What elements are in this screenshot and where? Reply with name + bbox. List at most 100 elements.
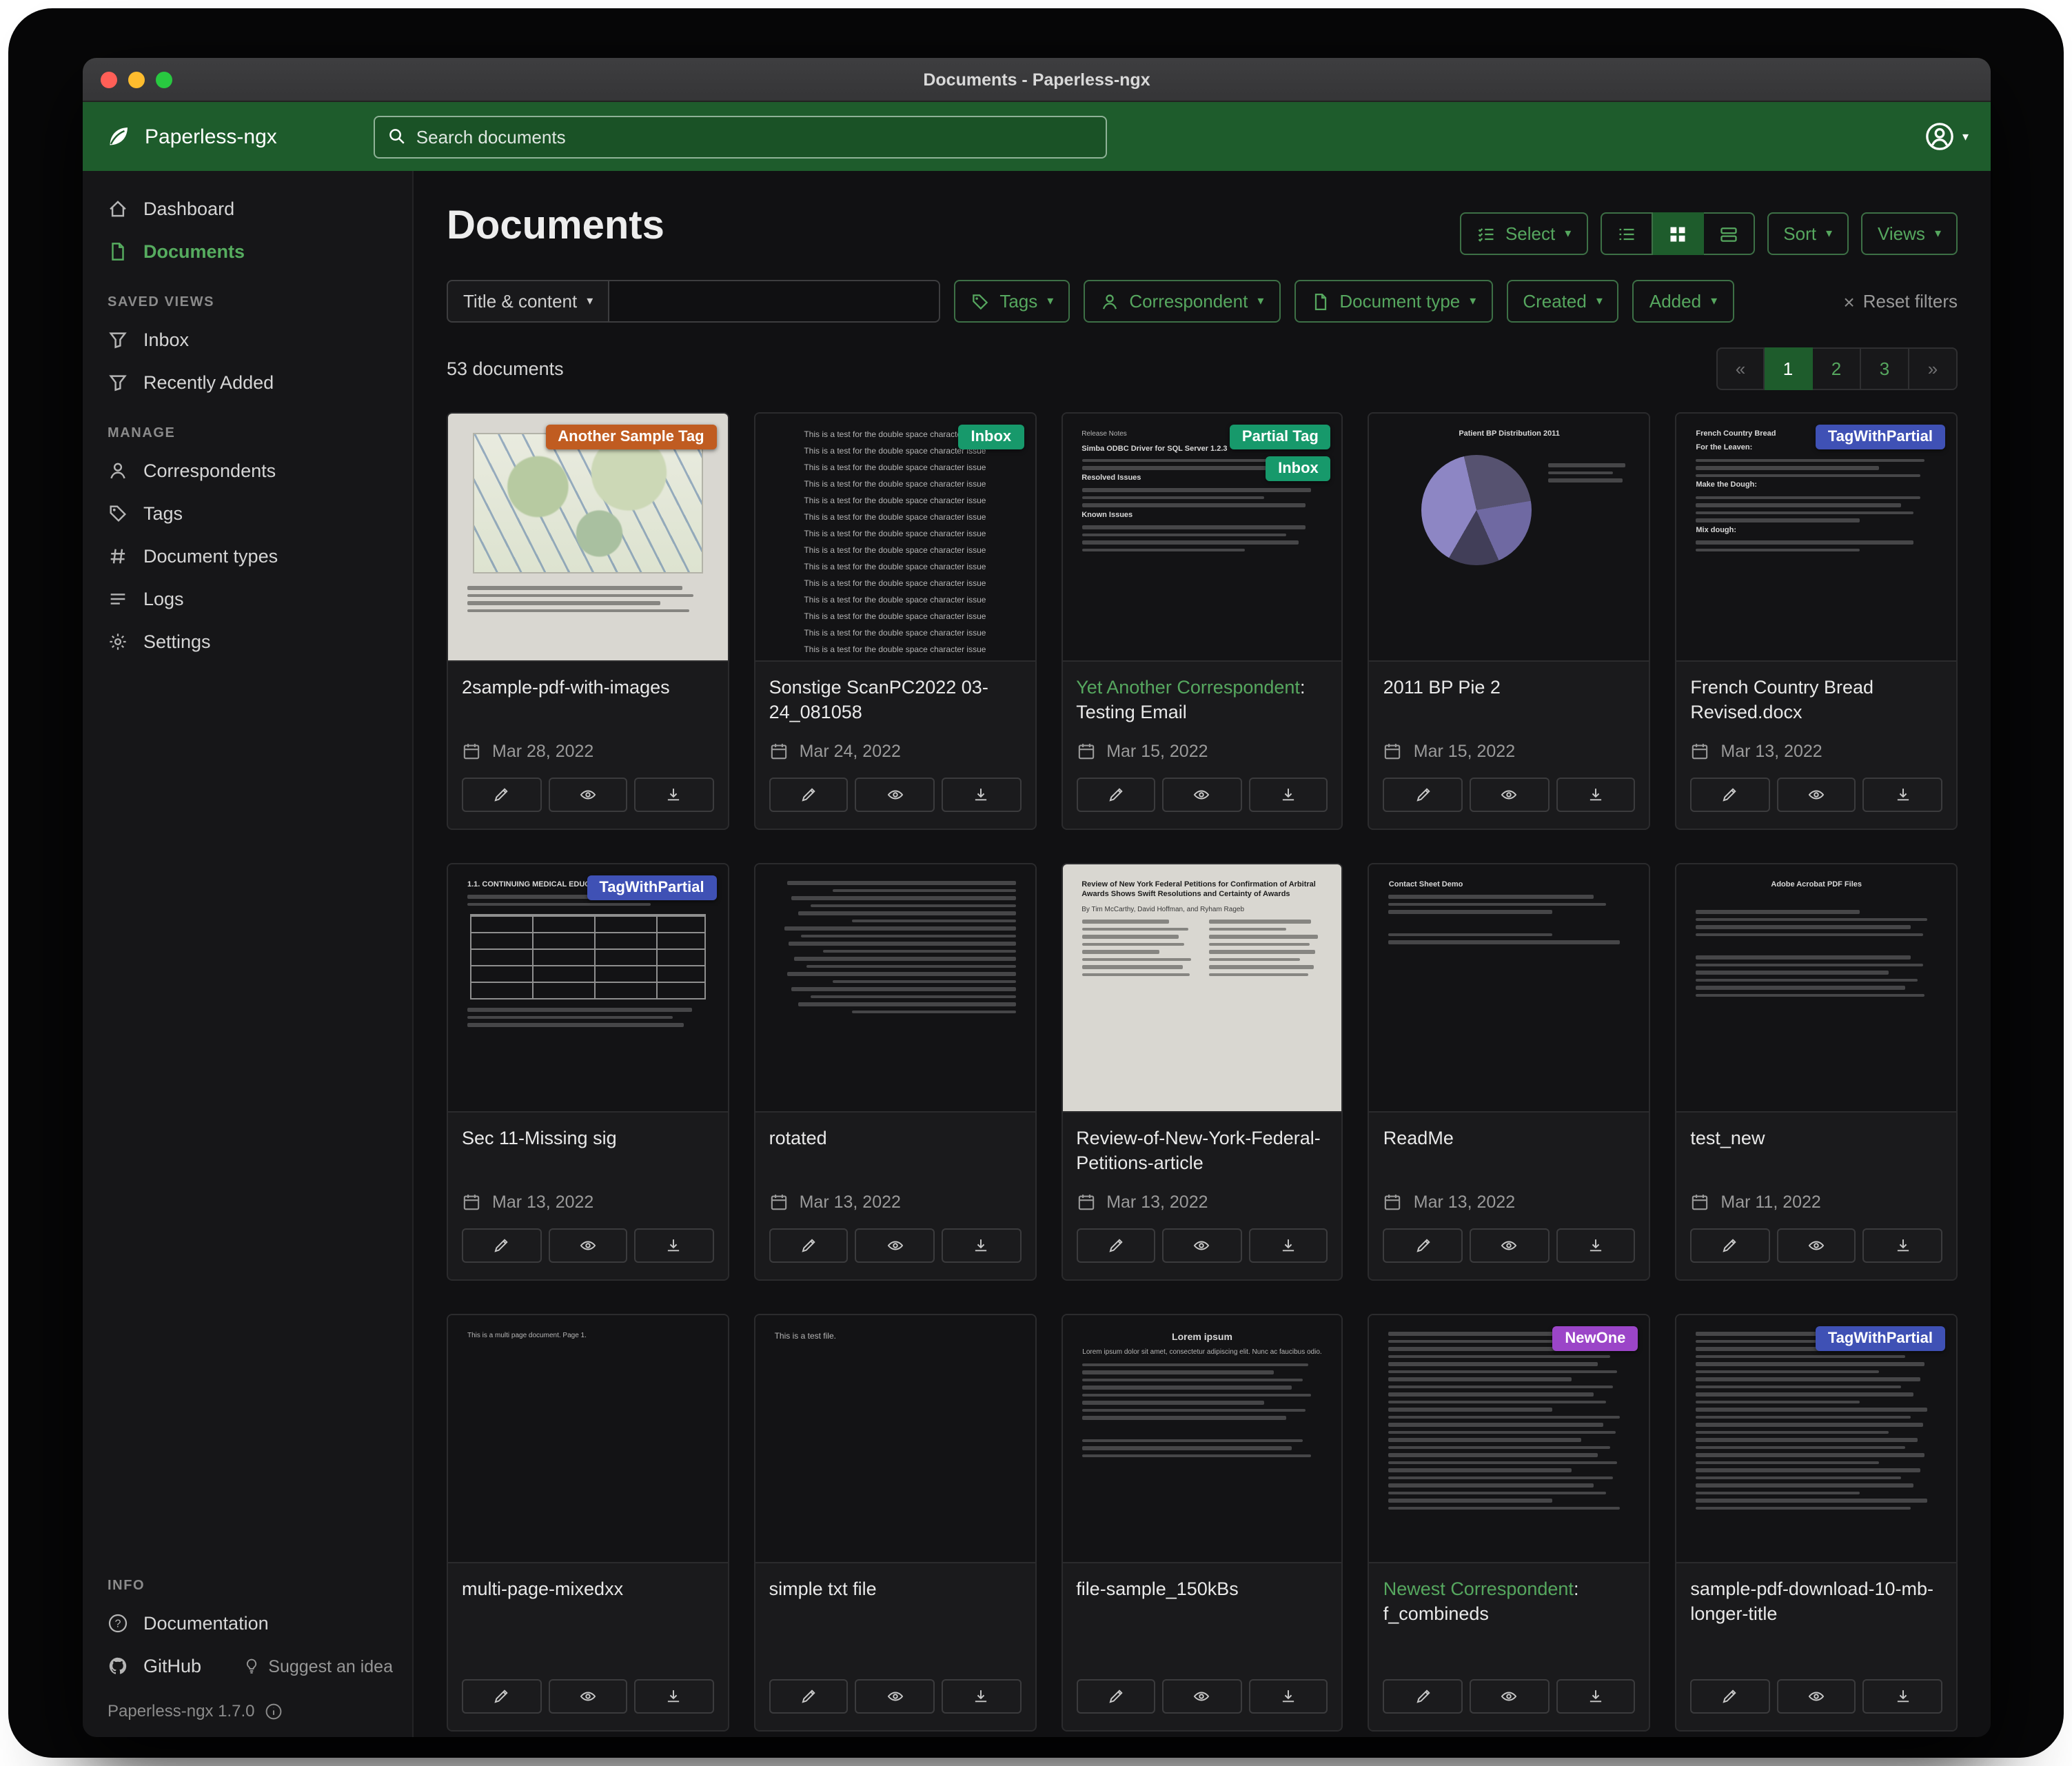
- title-content-input[interactable]: [609, 280, 940, 323]
- tags-filter-button[interactable]: Tags ▾: [954, 280, 1070, 323]
- document-title[interactable]: sample-pdf-download-10-mb-longer-title: [1690, 1577, 1942, 1630]
- document-thumbnail[interactable]: TagWithPartial French Country BreadFor t…: [1676, 414, 1956, 662]
- view-button[interactable]: [548, 1228, 627, 1263]
- download-button[interactable]: [634, 1679, 713, 1714]
- document-title[interactable]: file-sample_150kBs: [1076, 1577, 1328, 1630]
- edit-button[interactable]: [1076, 778, 1155, 812]
- view-button[interactable]: [855, 1228, 935, 1263]
- document-card[interactable]: NewOne Newest Correspondent: f_combineds: [1368, 1314, 1651, 1732]
- close-window-button[interactable]: [101, 71, 117, 88]
- download-button[interactable]: [1863, 778, 1942, 812]
- view-grid-button[interactable]: [1652, 212, 1703, 255]
- minimize-window-button[interactable]: [128, 71, 145, 88]
- document-card[interactable]: Partial TagInbox Release NotesSimba ODBC…: [1061, 412, 1343, 830]
- document-thumbnail[interactable]: Another Sample Tag: [448, 414, 728, 662]
- view-button[interactable]: [1470, 1679, 1549, 1714]
- views-button[interactable]: Views ▾: [1861, 212, 1958, 255]
- document-title[interactable]: Review-of-New-York-Federal-Petitions-art…: [1076, 1126, 1328, 1179]
- pagination-next[interactable]: »: [1909, 347, 1958, 390]
- document-card[interactable]: Another Sample Tag 2sample-pdf-with-imag…: [447, 412, 729, 830]
- document-tag[interactable]: TagWithPartial: [1816, 1326, 1945, 1351]
- view-button[interactable]: [1470, 778, 1549, 812]
- sidebar-item-correspondents[interactable]: Correspondents: [83, 449, 412, 492]
- document-thumbnail[interactable]: NewOne: [1370, 1315, 1649, 1563]
- document-thumbnail[interactable]: Adobe Acrobat PDF Files: [1676, 864, 1956, 1113]
- document-card[interactable]: rotated Mar 13, 2022: [754, 863, 1037, 1281]
- document-thumbnail[interactable]: Contact Sheet Demo: [1370, 864, 1649, 1113]
- sidebar-item-suggest-idea[interactable]: Suggest an idea: [242, 1656, 412, 1676]
- pagination-prev[interactable]: «: [1716, 347, 1765, 390]
- edit-button[interactable]: [769, 778, 849, 812]
- document-card[interactable]: TagWithPartial sample-pdf-download-10-mb…: [1675, 1314, 1958, 1732]
- sidebar-item-document-types[interactable]: Document types: [83, 535, 412, 578]
- sidebar-item-dashboard[interactable]: Dashboard: [83, 187, 412, 230]
- edit-button[interactable]: [1383, 778, 1463, 812]
- document-tag[interactable]: TagWithPartial: [1816, 425, 1945, 449]
- download-button[interactable]: [1556, 778, 1635, 812]
- document-tag[interactable]: Inbox: [1266, 456, 1331, 481]
- document-card[interactable]: Review of New York Federal Petitions for…: [1061, 863, 1343, 1281]
- document-title[interactable]: Sonstige ScanPC2022 03-24_081058: [769, 676, 1022, 728]
- download-button[interactable]: [942, 1679, 1021, 1714]
- edit-button[interactable]: [769, 1679, 849, 1714]
- edit-button[interactable]: [1383, 1228, 1463, 1263]
- sidebar-item-recently-added[interactable]: Recently Added: [83, 361, 412, 404]
- document-title[interactable]: Newest Correspondent: f_combineds: [1383, 1577, 1636, 1630]
- document-tag[interactable]: NewOne: [1552, 1326, 1638, 1351]
- edit-button[interactable]: [462, 778, 541, 812]
- document-thumbnail[interactable]: TagWithPartial 1.1. CONTINUING MEDICAL E…: [448, 864, 728, 1113]
- view-button[interactable]: [1162, 1679, 1241, 1714]
- document-tag[interactable]: Partial Tag: [1230, 425, 1331, 449]
- download-button[interactable]: [1556, 1679, 1635, 1714]
- view-details-button[interactable]: [1703, 212, 1754, 255]
- document-card[interactable]: Inbox This is a test for the double spac…: [754, 412, 1037, 830]
- document-card[interactable]: Contact Sheet Demo ReadMe Mar 13, 2022: [1368, 863, 1651, 1281]
- title-content-dropdown[interactable]: Title & content ▾: [447, 280, 609, 323]
- edit-button[interactable]: [1690, 778, 1769, 812]
- edit-button[interactable]: [1076, 1228, 1155, 1263]
- view-button[interactable]: [1470, 1228, 1549, 1263]
- view-button[interactable]: [1162, 1228, 1241, 1263]
- view-button[interactable]: [1777, 778, 1856, 812]
- document-thumbnail[interactable]: TagWithPartial: [1676, 1315, 1956, 1563]
- added-filter-button[interactable]: Added ▾: [1633, 280, 1734, 323]
- download-button[interactable]: [942, 1228, 1021, 1263]
- correspondent-filter-button[interactable]: Correspondent ▾: [1084, 280, 1280, 323]
- document-card[interactable]: TagWithPartial 1.1. CONTINUING MEDICAL E…: [447, 863, 729, 1281]
- document-thumbnail[interactable]: Patient BP Distribution 2011: [1370, 414, 1649, 662]
- document-correspondent[interactable]: Yet Another Correspondent: [1076, 677, 1300, 698]
- document-thumbnail[interactable]: This is a multi page document. Page 1.: [448, 1315, 728, 1563]
- sidebar-item-logs[interactable]: Logs: [83, 578, 412, 620]
- download-button[interactable]: [1863, 1679, 1942, 1714]
- document-title[interactable]: rotated: [769, 1126, 1022, 1179]
- document-thumbnail[interactable]: Partial TagInbox Release NotesSimba ODBC…: [1062, 414, 1342, 662]
- document-title[interactable]: 2011 BP Pie 2: [1383, 676, 1636, 728]
- document-title[interactable]: Yet Another Correspondent: Testing Email: [1076, 676, 1328, 728]
- document-correspondent[interactable]: Newest Correspondent: [1383, 1579, 1574, 1599]
- document-tag[interactable]: Inbox: [959, 425, 1024, 449]
- view-button[interactable]: [548, 1679, 627, 1714]
- download-button[interactable]: [634, 1228, 713, 1263]
- view-button[interactable]: [1777, 1228, 1856, 1263]
- download-button[interactable]: [1249, 778, 1328, 812]
- reset-filters-button[interactable]: × Reset filters: [1843, 290, 1958, 312]
- document-title[interactable]: ReadMe: [1383, 1126, 1636, 1179]
- document-thumbnail[interactable]: [755, 864, 1035, 1113]
- view-list-button[interactable]: [1600, 212, 1652, 255]
- view-button[interactable]: [855, 1679, 935, 1714]
- edit-button[interactable]: [769, 1228, 849, 1263]
- select-button[interactable]: Select ▾: [1460, 212, 1587, 255]
- document-type-filter-button[interactable]: Document type ▾: [1294, 280, 1492, 323]
- document-card[interactable]: Adobe Acrobat PDF Files test_new Mar 11,…: [1675, 863, 1958, 1281]
- sidebar-item-documentation[interactable]: ? Documentation: [83, 1602, 412, 1645]
- search-input[interactable]: [416, 126, 1093, 147]
- sidebar-item-github[interactable]: GitHub: [83, 1645, 210, 1687]
- document-thumbnail[interactable]: Inbox This is a test for the double spac…: [755, 414, 1035, 662]
- created-filter-button[interactable]: Created ▾: [1506, 280, 1619, 323]
- sort-button[interactable]: Sort ▾: [1767, 212, 1849, 255]
- edit-button[interactable]: [1690, 1679, 1769, 1714]
- download-button[interactable]: [942, 778, 1021, 812]
- sidebar-item-tags[interactable]: Tags: [83, 492, 412, 535]
- edit-button[interactable]: [1383, 1679, 1463, 1714]
- document-title[interactable]: 2sample-pdf-with-images: [462, 676, 714, 728]
